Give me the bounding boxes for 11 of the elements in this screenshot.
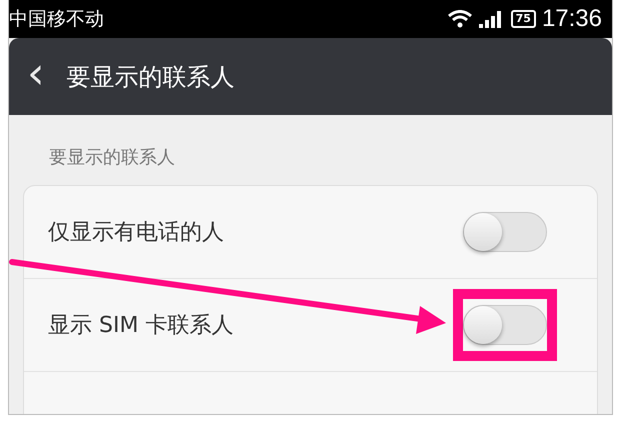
clock: 17:36 <box>542 5 602 33</box>
toggle-switch[interactable] <box>463 212 547 252</box>
section-label: 要显示的联系人 <box>48 146 176 170</box>
battery-level: 75 <box>510 10 536 28</box>
toggle-switch[interactable] <box>463 305 547 345</box>
carrier-name: 中国移不动 <box>9 7 104 32</box>
back-button[interactable]: ‹ <box>23 54 49 100</box>
setting-label: 仅显示有电话的人 <box>48 219 224 247</box>
wifi-icon <box>446 10 473 28</box>
screen-title: 要显示的联系人 <box>66 62 235 92</box>
setting-label: 显示 SIM 卡联系人 <box>48 312 234 340</box>
